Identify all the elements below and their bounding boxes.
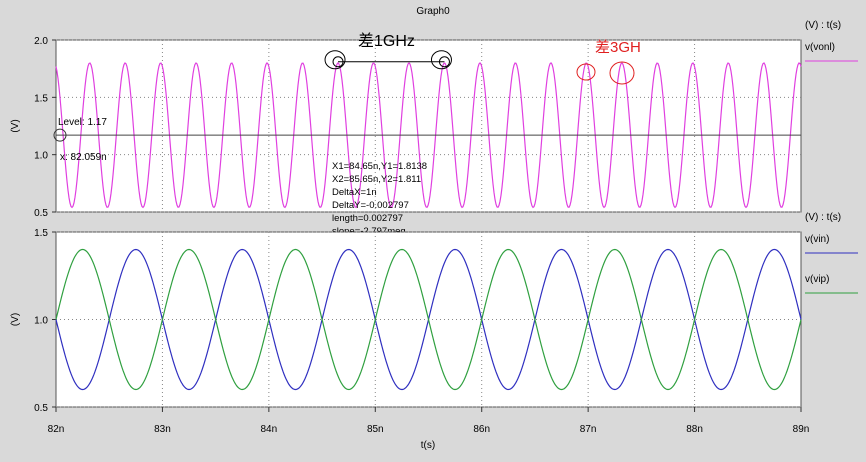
- x-tick-label: 86n: [473, 424, 490, 435]
- y-tick-label: 2.0: [34, 36, 48, 47]
- window-title: Graph0: [416, 6, 450, 17]
- y-tick-label: 0.5: [34, 403, 48, 414]
- cursor-readout-line: X1=84.65n,Y1=1.8138: [332, 161, 427, 172]
- y-tick-label: 1.5: [34, 228, 48, 239]
- level-x-label: x: 82.059n: [60, 152, 107, 163]
- plot-area-0: [55, 39, 802, 213]
- annotation-3gh: 差3GH: [595, 39, 641, 56]
- cursor-readout-line: X2=85.65n,Y2=1.811: [332, 174, 421, 185]
- y-tick-label: 1.5: [34, 93, 48, 104]
- x-tick-label: 87n: [580, 424, 597, 435]
- x-tick-label: 82n: [48, 424, 65, 435]
- x-tick-label: 83n: [154, 424, 171, 435]
- x-tick-label: 88n: [686, 424, 703, 435]
- legend-label: v(vip): [805, 274, 829, 285]
- legend-unit: (V) : t(s): [805, 212, 841, 223]
- annotation-1ghz: 差1GHz: [358, 32, 415, 50]
- legend-label: v(vonl): [805, 42, 835, 53]
- graph-window: Graph0 2.0 1.5 1.0 0.5 (V) (V) : t(s) v(vonl) Le…: [0, 0, 866, 462]
- x-tick-label: 89n: [793, 424, 810, 435]
- y-tick-label: 0.5: [34, 208, 48, 219]
- cursor-readout-line: DeltaX=1n: [332, 187, 377, 198]
- x-axis-label: t(s): [421, 440, 435, 451]
- x-tick-label: 84n: [261, 424, 278, 435]
- y-tick-label: 1.0: [34, 316, 48, 327]
- y-axis-label: (V): [10, 119, 21, 132]
- graph-canvas[interactable]: Graph0 2.0 1.5 1.0 0.5 (V) (V) : t(s) v(vonl) Le…: [0, 0, 866, 462]
- x-tick-label: 85n: [367, 424, 384, 435]
- cursor-readout-line: length=0.002797: [332, 213, 403, 224]
- y-axis-label: (V): [10, 313, 21, 326]
- legend-label: v(vin): [805, 234, 829, 245]
- y-tick-label: 1.0: [34, 151, 48, 162]
- cursor-readout-line: DeltaY=-0.002797: [332, 200, 409, 211]
- legend-unit: (V) : t(s): [805, 20, 841, 31]
- level-label: Level: 1.17: [58, 117, 107, 128]
